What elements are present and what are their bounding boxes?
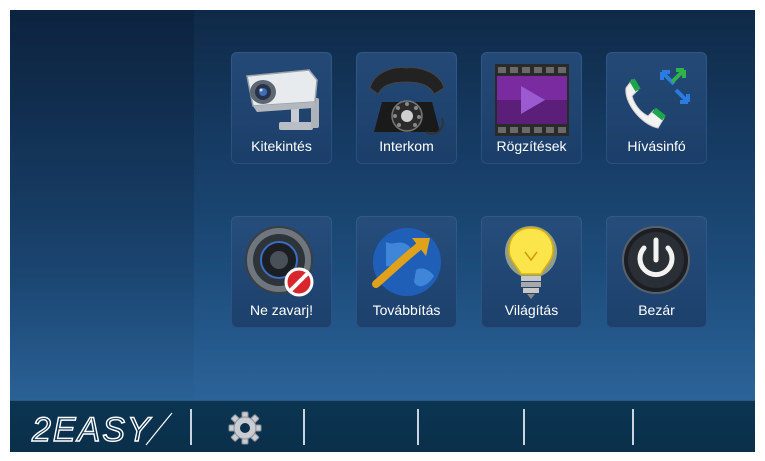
left-panel xyxy=(10,10,194,400)
tile-label: Kitekintés xyxy=(251,138,312,154)
tile-label: Bezár xyxy=(638,302,675,318)
brand-logo: 2EASY xyxy=(30,410,173,449)
bar-separator xyxy=(190,409,192,445)
tile-label: Továbbítás xyxy=(372,302,441,318)
do-not-disturb-speaker-icon xyxy=(245,226,314,297)
rotary-phone-icon xyxy=(369,67,445,135)
tile-bezar[interactable]: Bezár xyxy=(606,216,707,328)
tile-rogzitesek[interactable]: Rögzítések xyxy=(481,52,582,164)
security-camera-icon xyxy=(246,69,319,130)
light-bulb-icon xyxy=(505,226,557,299)
power-icon xyxy=(622,226,690,294)
tile-label: Rögzítések xyxy=(496,138,567,154)
bar-slot-empty[interactable] xyxy=(419,401,523,452)
video-play-icon xyxy=(495,64,569,136)
bar-slot-empty[interactable] xyxy=(634,401,755,452)
tile-kitekintes[interactable]: Kitekintés xyxy=(231,52,332,164)
tile-hivasinfo[interactable]: Hívásinfó xyxy=(606,52,707,164)
tile-interkom[interactable]: Interkom xyxy=(356,52,457,164)
bottom-bar: 2EASY xyxy=(10,400,755,452)
tile-tovabbitas[interactable]: Továbbítás xyxy=(356,216,457,328)
globe-forward-icon xyxy=(372,228,441,296)
screen: Kitekintés Interkom Rögzítések Hívásinfó… xyxy=(10,10,755,452)
bar-slot-empty[interactable] xyxy=(305,401,417,452)
tile-vilagitas[interactable]: Világítás xyxy=(481,216,582,328)
tile-label: Ne zavarj! xyxy=(249,302,314,318)
gear-icon[interactable] xyxy=(228,411,262,445)
tile-label: Hívásinfó xyxy=(627,138,686,154)
call-info-icon xyxy=(625,68,690,129)
tile-label: Interkom xyxy=(379,138,434,154)
bar-slot-empty[interactable] xyxy=(525,401,632,452)
tile-ne-zavarj[interactable]: Ne zavarj! xyxy=(231,216,332,328)
tile-label: Világítás xyxy=(504,302,559,318)
svg-text:2EASY: 2EASY xyxy=(31,411,152,449)
